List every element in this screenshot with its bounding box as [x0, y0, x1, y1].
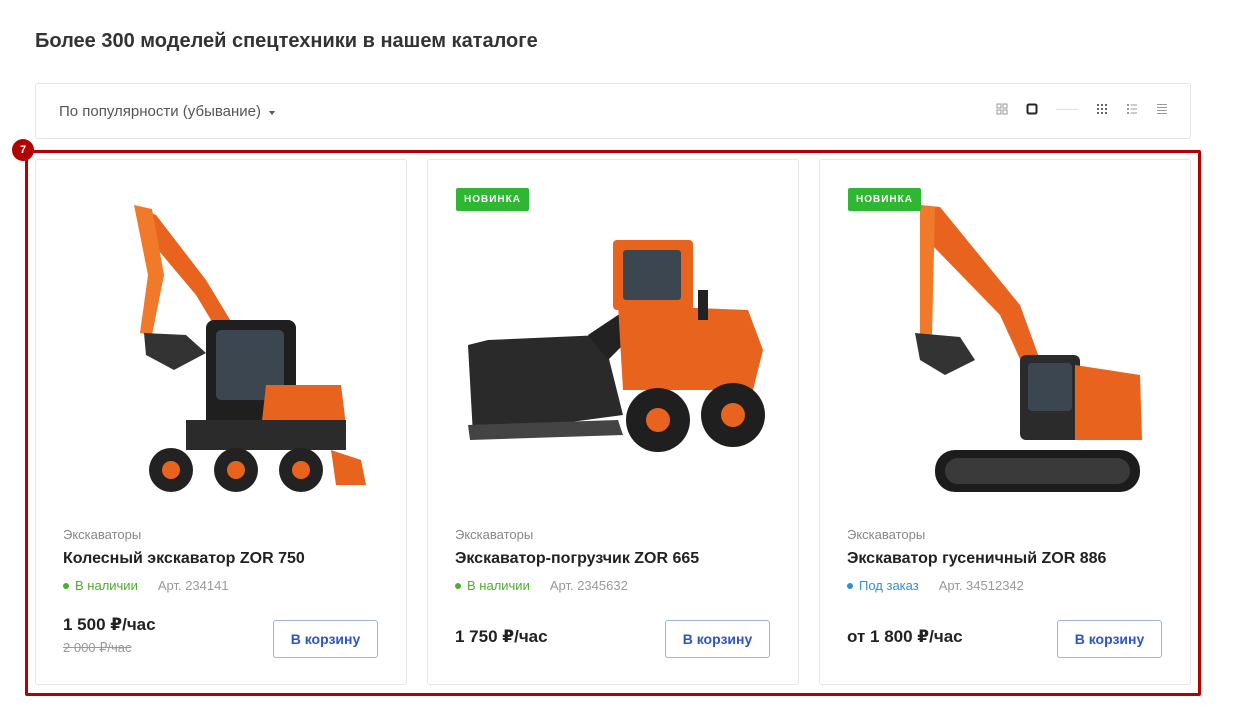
caret-down-icon [269, 110, 275, 115]
product-category: Экскаваторы [63, 527, 142, 542]
article-number: Арт. 234141 [157, 578, 229, 593]
price: от 1 800 ₽/час [847, 627, 963, 646]
product-category: Экскаваторы [847, 527, 926, 542]
product-name[interactable]: Экскаватор гусеничный ZOR 886 [847, 550, 1106, 568]
crawler-excavator-image[interactable] [840, 185, 1170, 505]
list-icon[interactable] [1126, 103, 1138, 115]
product-name[interactable]: Колесный экскаватор ZOR 750 [63, 550, 305, 568]
add-to-cart-button[interactable]: В корзину [665, 620, 770, 658]
product-card[interactable]: НОВИНКА Экскаваторы Экскаватор-погрузчик… [427, 159, 799, 685]
view-switcher [996, 103, 1168, 115]
product-card[interactable]: Экскаваторы Колесный экскаватор ZOR 750 … [35, 159, 407, 685]
status-dot-icon [847, 582, 853, 589]
catalog-toolbar: По популярности (убывание) [35, 83, 1191, 139]
article-number: Арт. 2345632 [549, 578, 628, 593]
sort-label: По популярности (убывание) [59, 103, 261, 120]
stock-status: В наличии [467, 578, 530, 593]
wheeled-excavator-image[interactable] [56, 185, 386, 505]
status-dot-icon [63, 582, 69, 589]
loader-image[interactable] [448, 185, 778, 505]
stock-status: В наличии [75, 578, 138, 593]
sort-dropdown[interactable]: По популярности (убывание) [59, 103, 275, 120]
product-name[interactable]: Экскаватор-погрузчик ZOR 665 [455, 550, 699, 568]
price: 1 750 ₽/час [455, 627, 548, 646]
grid-dots-icon[interactable] [1096, 103, 1108, 115]
selection-badge: 7 [12, 139, 34, 161]
new-badge: НОВИНКА [456, 188, 529, 211]
article-number: Арт. 34512342 [938, 578, 1024, 593]
product-card[interactable]: НОВИНКА Экскаваторы Экскаватор гусеничны… [819, 159, 1191, 685]
grid-small-icon[interactable] [996, 103, 1008, 115]
status-dot-icon [455, 582, 461, 589]
view-divider [1056, 108, 1078, 110]
page-title: Более 300 моделей спецтехники в нашем ка… [35, 30, 538, 52]
add-to-cart-button[interactable]: В корзину [273, 620, 378, 658]
new-badge: НОВИНКА [848, 188, 921, 211]
add-to-cart-button[interactable]: В корзину [1057, 620, 1162, 658]
grid-large-icon[interactable] [1026, 103, 1038, 115]
lines-icon[interactable] [1156, 103, 1168, 115]
price: 1 500 ₽/час [63, 615, 156, 634]
product-category: Экскаваторы [455, 527, 534, 542]
stock-status: Под заказ [859, 578, 919, 593]
old-price: 2 000 ₽/час [63, 640, 132, 655]
